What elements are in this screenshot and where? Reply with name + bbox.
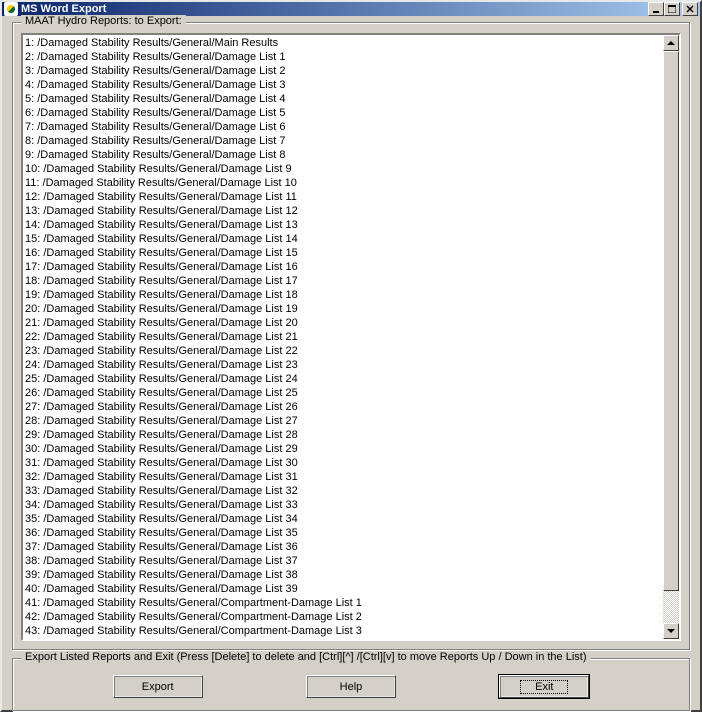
list-item[interactable]: 17: /Damaged Stability Results/General/D… bbox=[25, 260, 661, 274]
scroll-thumb[interactable] bbox=[663, 51, 679, 591]
maximize-button[interactable] bbox=[664, 2, 680, 16]
scroll-up-button[interactable] bbox=[663, 35, 679, 51]
list-item[interactable]: 22: /Damaged Stability Results/General/D… bbox=[25, 330, 661, 344]
scroll-down-button[interactable] bbox=[663, 623, 679, 639]
list-item[interactable]: 25: /Damaged Stability Results/General/D… bbox=[25, 372, 661, 386]
window-title: MS Word Export bbox=[21, 3, 648, 15]
actions-groupbox: Export Listed Reports and Exit (Press [D… bbox=[12, 658, 690, 711]
list-item[interactable]: 1: /Damaged Stability Results/General/Ma… bbox=[25, 36, 661, 50]
client-area: MAAT Hydro Reports: to Export: 1: /Damag… bbox=[2, 16, 700, 712]
list-item[interactable]: 15: /Damaged Stability Results/General/D… bbox=[25, 232, 661, 246]
vertical-scrollbar[interactable] bbox=[663, 35, 679, 639]
list-item[interactable]: 4: /Damaged Stability Results/General/Da… bbox=[25, 78, 661, 92]
list-item[interactable]: 7: /Damaged Stability Results/General/Da… bbox=[25, 120, 661, 134]
list-item[interactable]: 11: /Damaged Stability Results/General/D… bbox=[25, 176, 661, 190]
list-item[interactable]: 30: /Damaged Stability Results/General/D… bbox=[25, 442, 661, 456]
list-item[interactable]: 32: /Damaged Stability Results/General/D… bbox=[25, 470, 661, 484]
help-button[interactable]: Help bbox=[306, 675, 396, 698]
list-item[interactable]: 26: /Damaged Stability Results/General/D… bbox=[25, 386, 661, 400]
list-item[interactable]: 14: /Damaged Stability Results/General/D… bbox=[25, 218, 661, 232]
list-item[interactable]: 37: /Damaged Stability Results/General/D… bbox=[25, 540, 661, 554]
list-item[interactable]: 40: /Damaged Stability Results/General/D… bbox=[25, 582, 661, 596]
list-item[interactable]: 28: /Damaged Stability Results/General/D… bbox=[25, 414, 661, 428]
reports-listbox-frame: 1: /Damaged Stability Results/General/Ma… bbox=[21, 33, 681, 641]
list-item[interactable]: 24: /Damaged Stability Results/General/D… bbox=[25, 358, 661, 372]
export-button-label: Export bbox=[142, 681, 174, 693]
list-item[interactable]: 33: /Damaged Stability Results/General/D… bbox=[25, 484, 661, 498]
list-item[interactable]: 12: /Damaged Stability Results/General/D… bbox=[25, 190, 661, 204]
app-icon bbox=[4, 2, 18, 16]
list-item[interactable]: 19: /Damaged Stability Results/General/D… bbox=[25, 288, 661, 302]
list-item[interactable]: 20: /Damaged Stability Results/General/D… bbox=[25, 302, 661, 316]
reports-listbox[interactable]: 1: /Damaged Stability Results/General/Ma… bbox=[23, 35, 663, 639]
list-item[interactable]: 18: /Damaged Stability Results/General/D… bbox=[25, 274, 661, 288]
list-item[interactable]: 41: /Damaged Stability Results/General/C… bbox=[25, 596, 661, 610]
minimize-button[interactable] bbox=[648, 2, 664, 16]
list-item[interactable]: 5: /Damaged Stability Results/General/Da… bbox=[25, 92, 661, 106]
scroll-track[interactable] bbox=[663, 51, 679, 623]
list-item[interactable]: 21: /Damaged Stability Results/General/D… bbox=[25, 316, 661, 330]
reports-groupbox: MAAT Hydro Reports: to Export: 1: /Damag… bbox=[12, 22, 690, 650]
list-item[interactable]: 34: /Damaged Stability Results/General/D… bbox=[25, 498, 661, 512]
reports-group-legend: MAAT Hydro Reports: to Export: bbox=[21, 15, 186, 27]
exit-button-label: Exit bbox=[520, 680, 568, 694]
list-item[interactable]: 29: /Damaged Stability Results/General/D… bbox=[25, 428, 661, 442]
list-item[interactable]: 2: /Damaged Stability Results/General/Da… bbox=[25, 50, 661, 64]
list-item[interactable]: 23: /Damaged Stability Results/General/D… bbox=[25, 344, 661, 358]
list-item[interactable]: 6: /Damaged Stability Results/General/Da… bbox=[25, 106, 661, 120]
list-item[interactable]: 38: /Damaged Stability Results/General/D… bbox=[25, 554, 661, 568]
list-item[interactable]: 9: /Damaged Stability Results/General/Da… bbox=[25, 148, 661, 162]
title-bar: MS Word Export bbox=[2, 2, 700, 16]
list-item[interactable]: 13: /Damaged Stability Results/General/D… bbox=[25, 204, 661, 218]
list-item[interactable]: 31: /Damaged Stability Results/General/D… bbox=[25, 456, 661, 470]
close-button[interactable] bbox=[682, 2, 698, 16]
export-button[interactable]: Export bbox=[113, 675, 203, 698]
exit-button[interactable]: Exit bbox=[499, 675, 589, 698]
list-item[interactable]: 43: /Damaged Stability Results/General/C… bbox=[25, 624, 661, 638]
help-button-label: Help bbox=[340, 681, 363, 693]
list-item[interactable]: 27: /Damaged Stability Results/General/D… bbox=[25, 400, 661, 414]
list-item[interactable]: 36: /Damaged Stability Results/General/D… bbox=[25, 526, 661, 540]
actions-group-legend: Export Listed Reports and Exit (Press [D… bbox=[21, 651, 591, 663]
list-item[interactable]: 39: /Damaged Stability Results/General/D… bbox=[25, 568, 661, 582]
list-item[interactable]: 35: /Damaged Stability Results/General/D… bbox=[25, 512, 661, 526]
list-item[interactable]: 16: /Damaged Stability Results/General/D… bbox=[25, 246, 661, 260]
list-item[interactable]: 8: /Damaged Stability Results/General/Da… bbox=[25, 134, 661, 148]
window-frame: MS Word Export MAAT Hydro Reports: to Ex… bbox=[0, 0, 702, 712]
list-item[interactable]: 3: /Damaged Stability Results/General/Da… bbox=[25, 64, 661, 78]
list-item[interactable]: 42: /Damaged Stability Results/General/C… bbox=[25, 610, 661, 624]
list-item[interactable]: 10: /Damaged Stability Results/General/D… bbox=[25, 162, 661, 176]
